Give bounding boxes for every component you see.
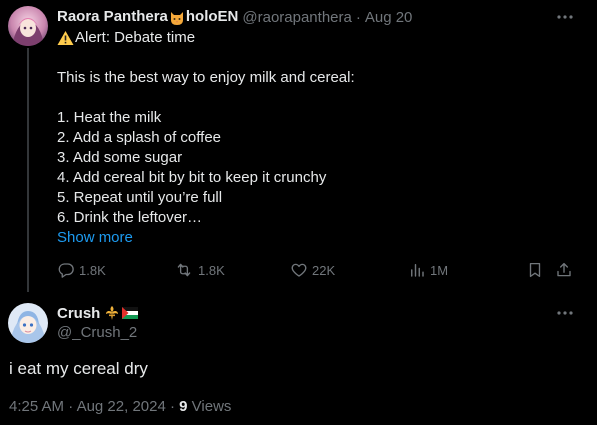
more-dots-icon xyxy=(557,15,573,19)
repost-button[interactable]: 1.8K xyxy=(174,258,225,282)
thread-connector-line xyxy=(27,48,29,292)
parent-tweet-header: Raora Panthera holoEN @raorapanthera · Au… xyxy=(57,7,412,27)
cat-face-icon xyxy=(170,11,183,25)
action-bar: 1.8K 1.8K 22K 1M xyxy=(53,258,583,282)
text-line: 6. Drink the leftover… xyxy=(57,209,203,226)
warning-icon xyxy=(57,31,74,45)
author-handle[interactable]: @_Crush_2 xyxy=(57,323,137,343)
text-line xyxy=(57,48,577,68)
author-name[interactable]: Raora Panthera holoEN xyxy=(57,8,238,25)
views-count: 9 xyxy=(179,398,188,415)
reply-button[interactable]: 1.8K xyxy=(57,258,106,282)
views-count: 1M xyxy=(430,262,449,278)
text-line: 5. Repeat until you’re full xyxy=(57,189,223,206)
avatar[interactable] xyxy=(8,6,48,46)
reply-tweet-text: i eat my cereal dry xyxy=(9,359,148,378)
text-line: This is the best way to enjoy milk and c… xyxy=(57,69,355,86)
meta-separator: · xyxy=(169,398,175,415)
text-line: Alert: Debate time xyxy=(57,28,577,48)
tweet-metadata: 4:25 AM · Aug 22, 2024 · 9 Views xyxy=(9,397,231,417)
avatar[interactable] xyxy=(8,303,48,343)
avatar-image xyxy=(8,303,48,343)
reply-count: 1.8K xyxy=(79,262,106,278)
avatar-image xyxy=(8,6,48,46)
text-line: 1. Heat the milk xyxy=(57,109,162,126)
bookmark-icon xyxy=(529,262,541,278)
more-options-button[interactable] xyxy=(555,7,575,27)
reply-author-header: Crush xyxy=(57,303,139,323)
like-button[interactable]: 22K xyxy=(290,258,335,282)
fleur-de-lis-badge-icon xyxy=(106,306,119,320)
reply-icon xyxy=(58,263,74,278)
share-icon xyxy=(557,262,571,277)
views-button[interactable]: 1M xyxy=(408,258,448,282)
text-line: 2. Add a splash of coffee xyxy=(57,129,222,146)
tweet-date[interactable]: Aug 20 xyxy=(365,9,413,26)
author-name[interactable]: Crush xyxy=(57,305,100,322)
tweet-date[interactable]: Aug 22, 2024 xyxy=(77,398,166,415)
text-line: 4. Add cereal bit by bit to keep it crun… xyxy=(57,169,327,186)
share-button[interactable] xyxy=(555,258,573,282)
more-dots-icon xyxy=(557,311,573,315)
views-label: Views xyxy=(191,398,232,415)
more-options-button[interactable] xyxy=(555,303,575,323)
analytics-bars-icon xyxy=(411,264,424,277)
tweet-text: Alert: Debate time This is the best way … xyxy=(57,28,577,228)
show-more-link[interactable]: Show more xyxy=(57,228,133,248)
heart-icon xyxy=(291,263,307,277)
parent-tweet[interactable]: Raora Panthera holoEN @raorapanthera · Au… xyxy=(0,0,597,292)
author-handle[interactable]: @raorapanthera xyxy=(242,9,351,26)
like-count: 22K xyxy=(312,262,336,278)
repost-count: 1.8K xyxy=(198,262,225,278)
meta-separator: · xyxy=(68,398,74,415)
text-line xyxy=(57,88,577,108)
bookmark-button[interactable] xyxy=(526,258,544,282)
tweet-time[interactable]: 4:25 AM xyxy=(9,398,64,415)
text-line: 3. Add some sugar xyxy=(57,149,183,166)
repost-icon xyxy=(177,263,191,277)
header-separator: · xyxy=(355,8,361,26)
palestine-flag-icon xyxy=(122,307,139,319)
